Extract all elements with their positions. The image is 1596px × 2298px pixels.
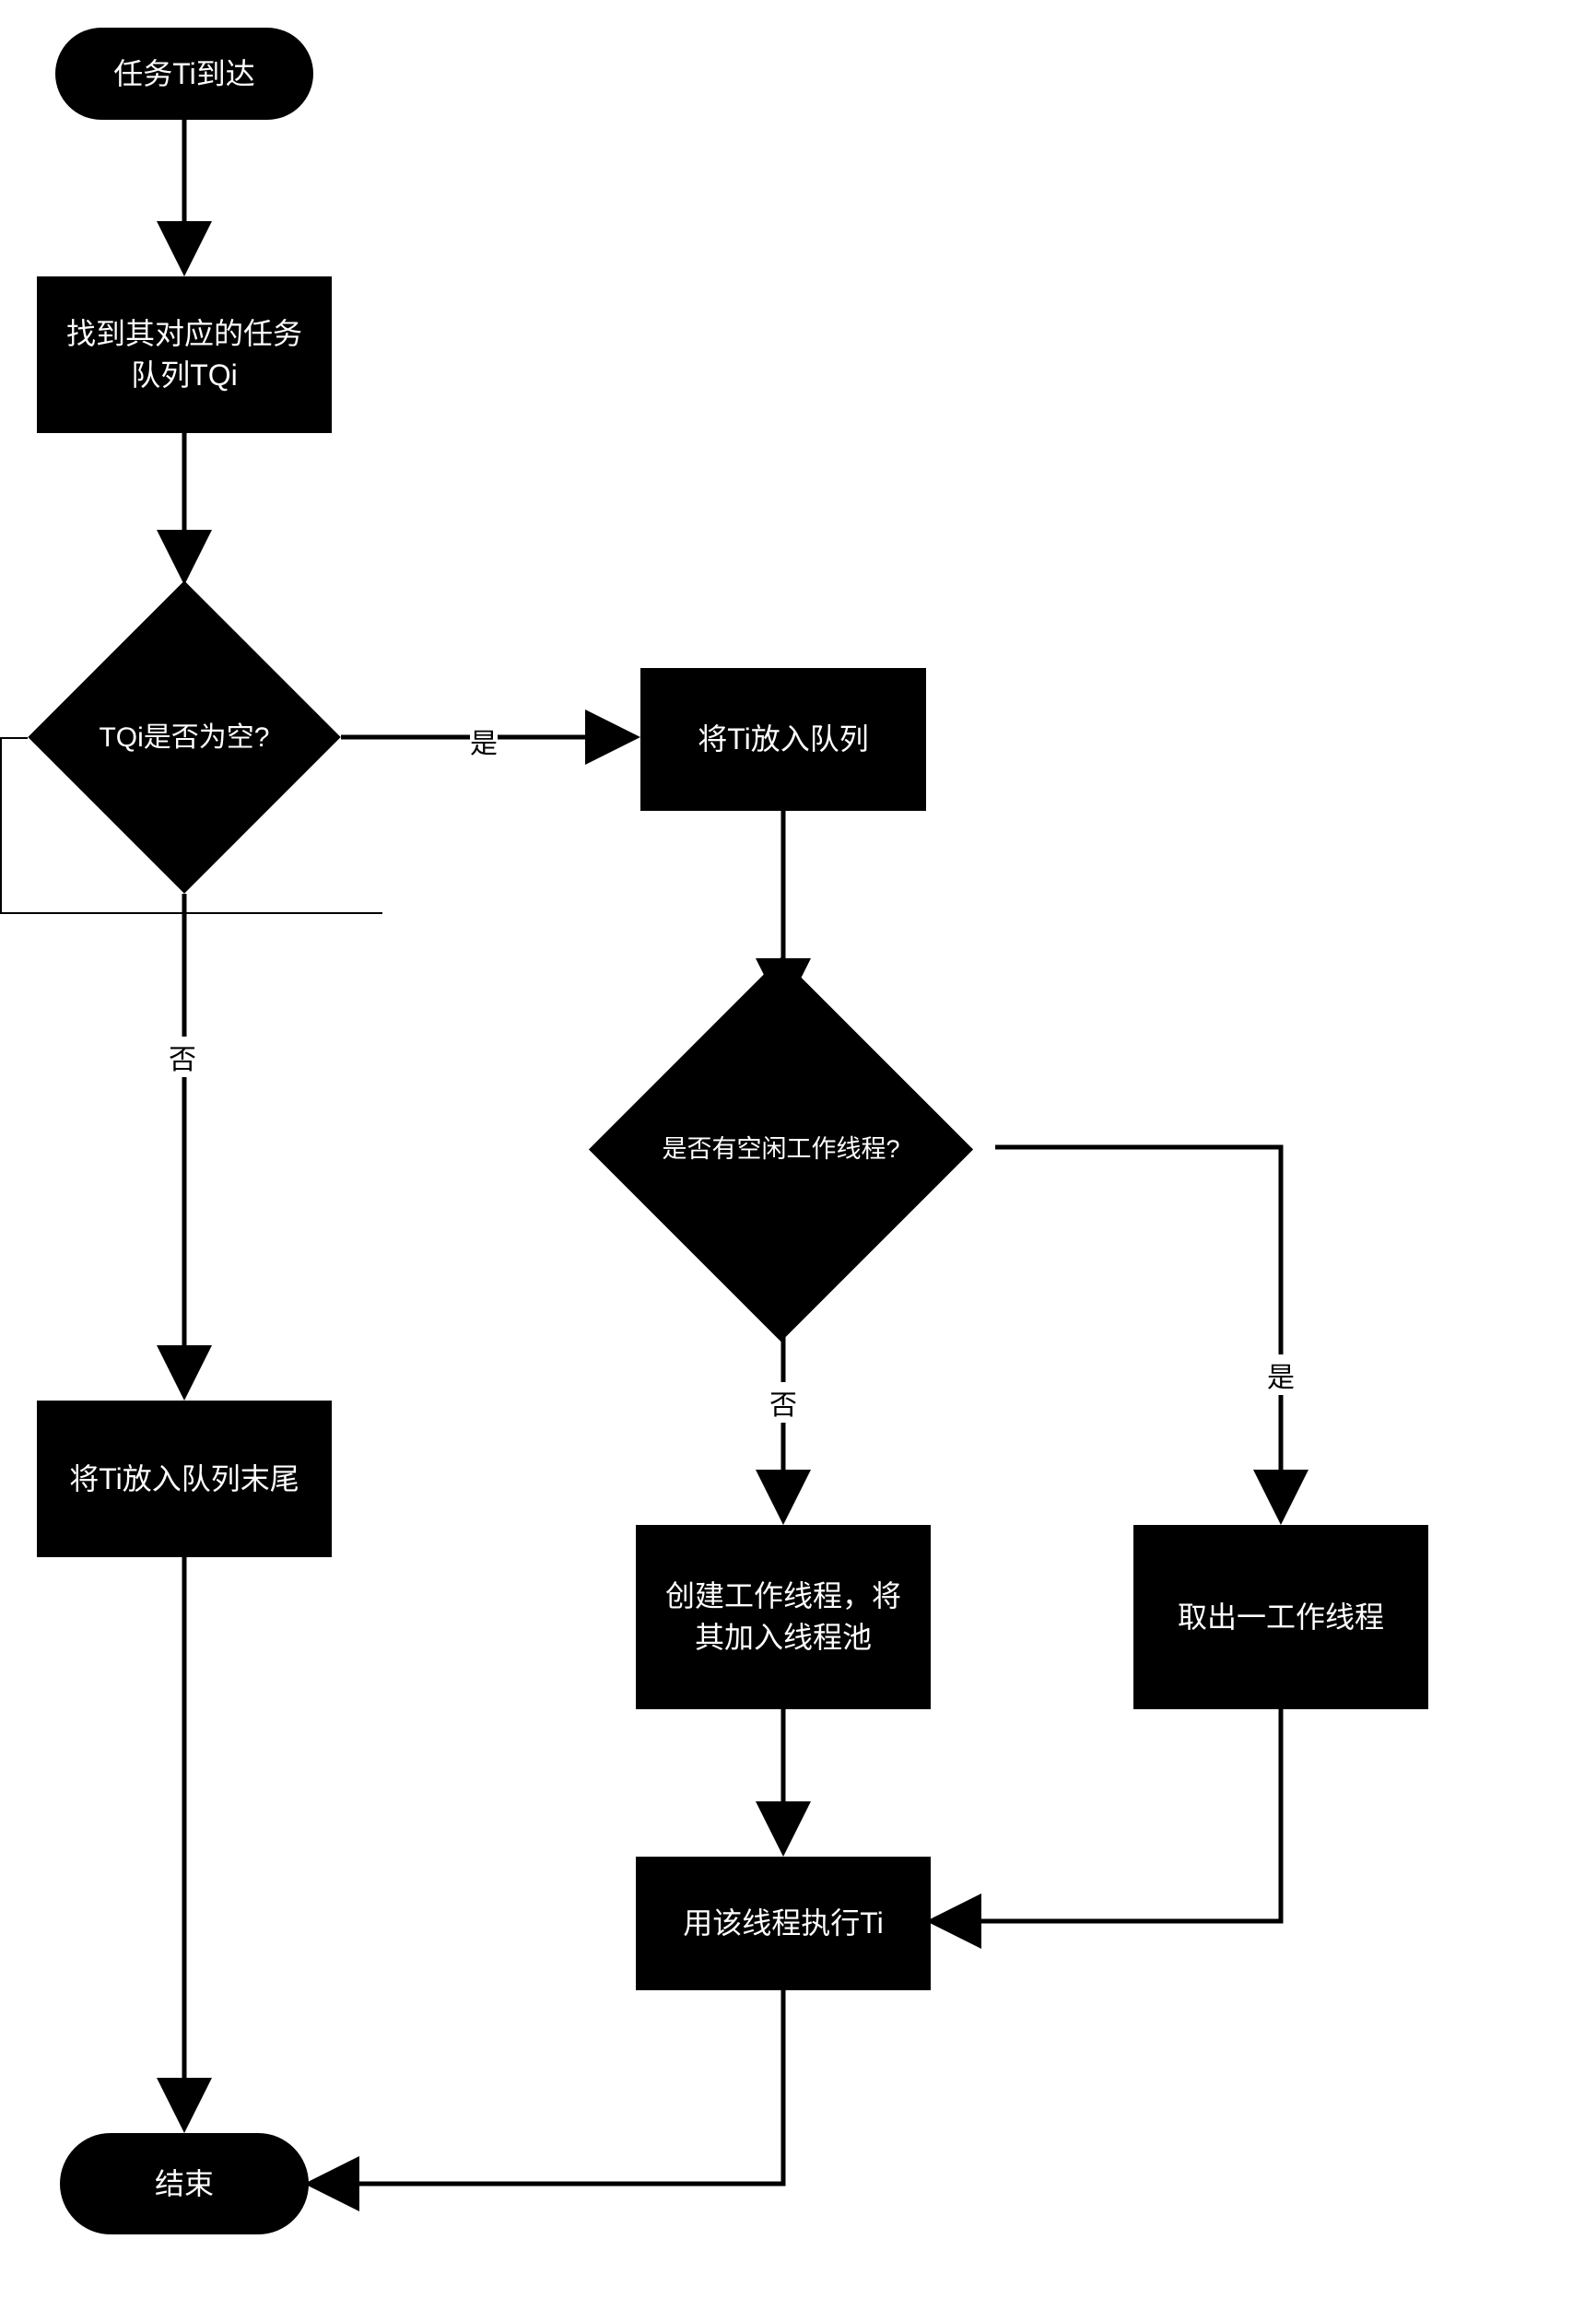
append-tail-label: 将Ti放入队列末尾 bbox=[69, 1459, 299, 1500]
enqueue-process: 将Ti放入队列 bbox=[640, 668, 926, 811]
edge-label-yes-1: 是 bbox=[470, 721, 498, 761]
edge-label-no-2: 否 bbox=[769, 1382, 797, 1423]
idle-thread-decision: 是否有空闲工作线程? bbox=[645, 1014, 917, 1285]
edge-label-yes-2: 是 bbox=[1267, 1354, 1295, 1395]
start-terminator: 任务Ti到达 bbox=[55, 28, 313, 120]
find-queue-label: 找到其对应的任务 队列TQi bbox=[66, 313, 302, 396]
idle-thread-label: 是否有空闲工作线程? bbox=[662, 1133, 899, 1166]
take-thread-label: 取出一工作线程 bbox=[1178, 1597, 1384, 1638]
enqueue-label: 将Ti放入队列 bbox=[698, 719, 868, 760]
find-queue-process: 找到其对应的任务 队列TQi bbox=[37, 276, 332, 433]
create-thread-label: 创建工作线程，将 其加入线程池 bbox=[665, 1576, 901, 1659]
queue-empty-decision: TQi是否为空? bbox=[74, 627, 295, 848]
take-thread-process: 取出一工作线程 bbox=[1133, 1525, 1428, 1709]
end-label: 结束 bbox=[155, 2163, 214, 2205]
run-ti-label: 用该线程执行Ti bbox=[683, 1903, 883, 1944]
end-terminator: 结束 bbox=[60, 2133, 309, 2234]
edge-label-no-1: 否 bbox=[169, 1037, 196, 1077]
append-tail-process: 将Ti放入队列末尾 bbox=[37, 1401, 332, 1557]
start-label: 任务Ti到达 bbox=[113, 53, 254, 95]
create-thread-process: 创建工作线程，将 其加入线程池 bbox=[636, 1525, 931, 1709]
queue-empty-label: TQi是否为空? bbox=[99, 720, 269, 756]
run-ti-process: 用该线程执行Ti bbox=[636, 1857, 931, 1990]
